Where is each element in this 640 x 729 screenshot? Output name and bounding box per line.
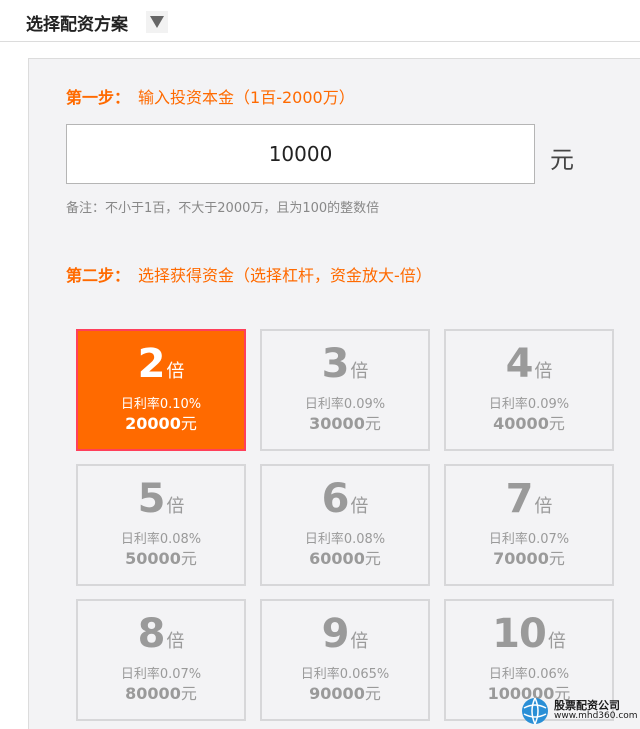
funding-amount-value: 20000	[125, 414, 181, 433]
multiple-number: 10	[492, 611, 547, 657]
funding-amount-value: 80000	[125, 684, 181, 703]
leverage-option-9x[interactable]: 9 倍日利率0.065% 90000元	[260, 599, 430, 721]
leverage-multiple: 8倍	[78, 611, 244, 661]
funding-amount: 40000元	[446, 410, 612, 434]
funding-amount-currency: 元	[548, 549, 565, 568]
funding-amount-value: 60000	[309, 549, 365, 568]
funding-amount: 30000元	[262, 410, 428, 434]
funding-amount: 80000元	[78, 680, 244, 704]
multiple-unit: 倍	[350, 631, 369, 652]
leverage-option-7x[interactable]: 7 倍日利率0.07% 70000元	[444, 464, 614, 586]
leverage-option-5x[interactable]: 5 倍日利率0.08% 50000元	[76, 464, 246, 586]
multiple-unit: 倍	[166, 631, 185, 652]
multiple-number: 5	[137, 476, 166, 522]
funding-amount-currency: 元	[548, 414, 565, 433]
leverage-option-3x[interactable]: 3 倍日利率0.09% 30000元	[260, 329, 430, 451]
leverage-option-2x[interactable]: 2 倍日利率0.10% 20000元	[76, 329, 246, 451]
leverage-multiple: 6倍	[262, 476, 428, 526]
step1-label: 第一步：	[66, 88, 131, 107]
watermark-url: www.mhd360.com	[554, 710, 638, 721]
multiple-number: 7	[505, 476, 534, 522]
triangle-down-icon	[150, 16, 164, 28]
funding-amount-currency: 元	[180, 549, 197, 568]
funding-amount-value: 40000	[493, 414, 549, 433]
step2-heading: 第二步： 选择获得资金（选择杠杆，资金放大-倍）	[66, 262, 432, 286]
funding-amount-currency: 元	[364, 549, 381, 568]
header-bar: 选择配资方案	[0, 0, 640, 42]
funding-amount-value: 30000	[309, 414, 365, 433]
multiple-unit: 倍	[547, 631, 566, 652]
leverage-option-8x[interactable]: 8 倍日利率0.07% 80000元	[76, 599, 246, 721]
watermark: 股票配资公司 www.mhd360.com	[520, 692, 640, 729]
multiple-number: 9	[321, 611, 350, 657]
funding-amount-value: 50000	[125, 549, 181, 568]
multiple-unit: 倍	[350, 496, 369, 517]
step2-text: 选择获得资金（选择杠杆，资金放大-倍）	[138, 266, 432, 285]
globe-logo-icon	[522, 697, 548, 724]
leverage-multiple: 5倍	[78, 476, 244, 526]
funding-amount-currency: 元	[364, 684, 381, 703]
funding-amount: 50000元	[78, 545, 244, 569]
multiple-number: 4	[505, 341, 534, 387]
funding-amount: 90000元	[262, 680, 428, 704]
multiple-unit: 倍	[534, 496, 553, 517]
leverage-multiple: 7倍	[446, 476, 612, 526]
leverage-option-4x[interactable]: 4 倍日利率0.09% 40000元	[444, 329, 614, 451]
leverage-multiple: 9倍	[262, 611, 428, 661]
funding-amount-currency: 元	[364, 414, 381, 433]
leverage-option-6x[interactable]: 6 倍日利率0.08% 60000元	[260, 464, 430, 586]
funding-amount-currency: 元	[180, 684, 197, 703]
leverage-multiple: 2倍	[78, 341, 244, 391]
principal-unit: 元	[550, 146, 574, 174]
plan-dropdown-toggle[interactable]	[146, 11, 168, 33]
multiple-number: 6	[321, 476, 350, 522]
multiple-unit: 倍	[350, 361, 369, 382]
multiple-number: 8	[137, 611, 166, 657]
leverage-options-grid: 2 倍日利率0.10% 20000元 3 倍日利率0.09% 30000元 4 倍日利率0.0…	[76, 329, 640, 729]
leverage-multiple: 4倍	[446, 341, 612, 391]
multiple-unit: 倍	[166, 361, 185, 382]
multiple-unit: 倍	[166, 496, 185, 517]
funding-amount-value: 70000	[493, 549, 549, 568]
leverage-multiple: 10 倍	[446, 611, 612, 661]
funding-amount-value: 90000	[309, 684, 365, 703]
funding-amount-currency: 元	[180, 414, 197, 433]
multiple-number: 3	[321, 341, 350, 387]
step1-text: 输入投资本金（1百-2000万）	[138, 88, 355, 107]
funding-amount: 20000元	[78, 410, 244, 434]
step2-label: 第二步：	[66, 266, 131, 285]
watermark-name: 股票配资公司	[554, 698, 620, 712]
leverage-multiple: 3倍	[262, 341, 428, 391]
principal-amount-input[interactable]	[66, 124, 535, 184]
funding-amount: 60000元	[262, 545, 428, 569]
principal-note: 备注：不小于1百，不大于2000万，且为100的整数倍	[66, 201, 380, 216]
page-title: 选择配资方案	[26, 15, 128, 35]
step1-heading: 第一步： 输入投资本金（1百-2000万）	[66, 84, 355, 108]
multiple-unit: 倍	[534, 361, 553, 382]
funding-amount: 70000元	[446, 545, 612, 569]
multiple-number: 2	[137, 341, 166, 387]
